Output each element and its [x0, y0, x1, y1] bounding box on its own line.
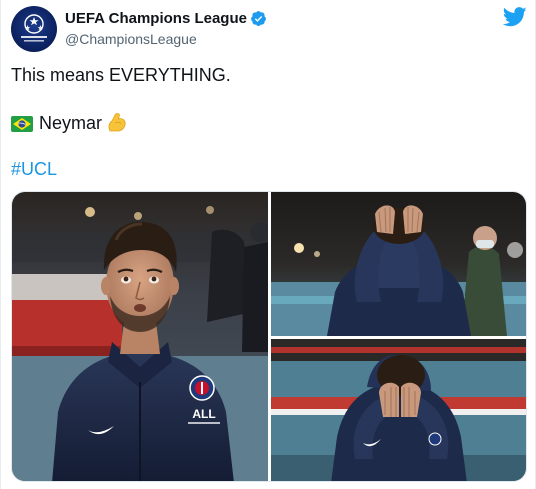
display-name[interactable]: UEFA Champions League [65, 10, 247, 27]
verified-badge-icon [251, 11, 266, 27]
champions-league-starball-icon [21, 14, 47, 42]
avatar[interactable] [11, 6, 57, 52]
photo-player-head-in-hands[interactable] [271, 192, 526, 336]
flexed-biceps-emoji [108, 113, 126, 132]
tweet-header: UEFA Champions League @ChampionsLeague [11, 6, 527, 52]
brazil-flag-emoji [11, 116, 33, 132]
account-handle[interactable]: @ChampionsLeague [65, 31, 267, 47]
twitter-bird-icon[interactable] [503, 7, 527, 27]
photo-player-crouched[interactable] [271, 339, 526, 481]
tweet-text-line-2: Neymar [11, 111, 128, 134]
photo-player-seated[interactable]: ALL [12, 192, 268, 481]
media-grid: ALL [11, 191, 527, 482]
tweet-card[interactable]: UEFA Champions League @ChampionsLeague T… [0, 0, 536, 489]
jacket-sponsor-text: ALL [192, 407, 215, 421]
tweet-text-line-1: This means EVERYTHING. [11, 65, 231, 85]
player-name: Neymar [39, 113, 103, 133]
hashtag-link[interactable]: #UCL [11, 158, 57, 180]
account-names: UEFA Champions League @ChampionsLeague [65, 10, 267, 47]
